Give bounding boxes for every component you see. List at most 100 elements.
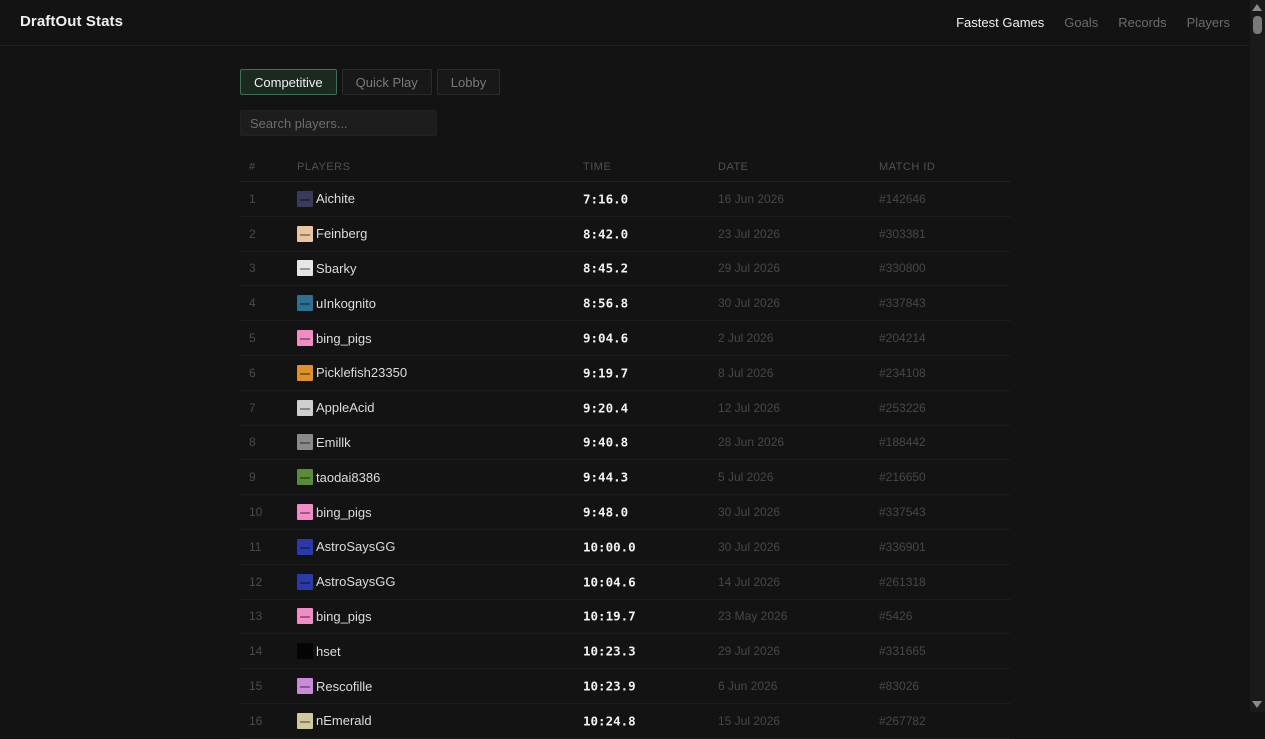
tab-lobby[interactable]: Lobby — [436, 69, 501, 95]
player-avatar-icon — [297, 504, 313, 521]
player-name[interactable]: taodai8386 — [316, 470, 380, 485]
player-cell[interactable]: Sbarky — [297, 260, 356, 277]
player-name[interactable]: Emillk — [316, 435, 351, 450]
table-row[interactable]: 16 nEmerald 10:24.8 15 Jul 2026 #267782 — [240, 704, 1010, 739]
player-name[interactable]: AstroSaysGG — [316, 539, 395, 554]
match-id-link[interactable]: #267782 — [879, 714, 926, 728]
match-id-link[interactable]: #204214 — [879, 331, 926, 345]
player-cell[interactable]: Aichite — [297, 190, 355, 207]
player-cell[interactable]: Rescofille — [297, 678, 372, 695]
header-time: TIME — [583, 161, 612, 173]
player-name[interactable]: uInkognito — [316, 296, 376, 311]
match-id-link[interactable]: #234108 — [879, 366, 926, 380]
top-navbar: DraftOut Stats Fastest Games Goals Recor… — [0, 0, 1250, 46]
match-id-link[interactable]: #188442 — [879, 435, 926, 449]
table-row[interactable]: 12 AstroSaysGG 10:04.6 14 Jul 2026 #261318 — [240, 565, 1010, 600]
player-cell[interactable]: Emillk — [297, 434, 351, 451]
time-cell: 8:45.2 — [583, 260, 629, 276]
nav-records[interactable]: Records — [1118, 15, 1166, 30]
date-cell: 29 Jul 2026 — [718, 644, 781, 659]
player-cell[interactable]: Picklefish23350 — [297, 364, 407, 381]
player-name[interactable]: Feinberg — [316, 226, 367, 241]
date-cell: 2 Jul 2026 — [718, 331, 774, 346]
player-avatar-icon — [297, 190, 313, 207]
vertical-scrollbar[interactable] — [1250, 0, 1265, 712]
rank-cell: 10 — [249, 505, 263, 520]
table-row[interactable]: 15 Rescofille 10:23.9 6 Jun 2026 #83026 — [240, 669, 1010, 704]
table-row[interactable]: 5 bing_pigs 9:04.6 2 Jul 2026 #204214 — [240, 321, 1010, 356]
player-cell[interactable]: bing_pigs — [297, 330, 372, 347]
player-name[interactable]: Aichite — [316, 191, 355, 206]
scrollbar-thumb[interactable] — [1253, 16, 1262, 34]
player-cell[interactable]: Feinberg — [297, 225, 367, 242]
player-avatar-icon — [297, 399, 313, 416]
table-row[interactable]: 14 hset 10:23.3 29 Jul 2026 #331665 — [240, 634, 1010, 670]
match-id-link[interactable]: #330800 — [879, 261, 926, 275]
table-row[interactable]: 10 bing_pigs 9:48.0 30 Jul 2026 #337543 — [240, 495, 1010, 530]
player-cell[interactable]: AstroSaysGG — [297, 573, 395, 590]
player-name[interactable]: bing_pigs — [316, 505, 372, 520]
player-cell[interactable]: nEmerald — [297, 712, 372, 729]
table-row[interactable]: 2 Feinberg 8:42.0 23 Jul 2026 #303381 — [240, 217, 1010, 252]
time-cell: 9:48.0 — [583, 504, 629, 520]
scroll-up-arrow-icon[interactable] — [1252, 4, 1262, 11]
player-avatar-icon — [297, 643, 313, 660]
player-cell[interactable]: uInkognito — [297, 295, 376, 312]
player-name[interactable]: bing_pigs — [316, 331, 372, 346]
date-cell: 23 May 2026 — [718, 609, 788, 624]
table-row[interactable]: 1 Aichite 7:16.0 16 Jun 2026 #142646 — [240, 182, 1010, 217]
player-avatar-icon — [297, 434, 313, 451]
player-name[interactable]: nEmerald — [316, 713, 372, 728]
match-id-link[interactable]: #216650 — [879, 470, 926, 484]
table-row[interactable]: 9 taodai8386 9:44.3 5 Jul 2026 #216650 — [240, 460, 1010, 496]
table-row[interactable]: 13 bing_pigs 10:19.7 23 May 2026 #5426 — [240, 600, 1010, 635]
rank-cell: 4 — [249, 296, 256, 311]
table-row[interactable]: 4 uInkognito 8:56.8 30 Jul 2026 #337843 — [240, 286, 1010, 322]
scroll-down-arrow-icon[interactable] — [1252, 701, 1262, 708]
nav-fastest-games[interactable]: Fastest Games — [956, 15, 1044, 30]
player-cell[interactable]: bing_pigs — [297, 608, 372, 625]
rank-cell: 13 — [249, 609, 263, 624]
match-id-link[interactable]: #336901 — [879, 540, 926, 554]
match-id-link[interactable]: #142646 — [879, 192, 926, 206]
match-id-link[interactable]: #83026 — [879, 679, 919, 693]
nav-players[interactable]: Players — [1187, 15, 1230, 30]
player-name[interactable]: AstroSaysGG — [316, 574, 395, 589]
date-cell: 14 Jul 2026 — [718, 574, 781, 589]
player-name[interactable]: Rescofille — [316, 679, 372, 694]
player-cell[interactable]: bing_pigs — [297, 504, 372, 521]
table-row[interactable]: 8 Emillk 9:40.8 28 Jun 2026 #188442 — [240, 426, 1010, 461]
rank-cell: 16 — [249, 713, 263, 728]
table-row[interactable]: 11 AstroSaysGG 10:00.0 30 Jul 2026 #336901 — [240, 530, 1010, 565]
tab-quick-play[interactable]: Quick Play — [341, 69, 432, 95]
rank-cell: 12 — [249, 574, 263, 589]
time-cell: 7:16.0 — [583, 191, 629, 207]
player-name[interactable]: AppleAcid — [316, 400, 375, 415]
player-name[interactable]: hset — [316, 644, 341, 659]
time-cell: 10:23.9 — [583, 678, 636, 694]
match-id-link[interactable]: #253226 — [879, 401, 926, 415]
time-cell: 9:20.4 — [583, 400, 629, 416]
match-id-link[interactable]: #261318 — [879, 575, 926, 589]
player-cell[interactable]: taodai8386 — [297, 469, 380, 486]
match-id-link[interactable]: #5426 — [879, 609, 912, 623]
player-cell[interactable]: AstroSaysGG — [297, 538, 395, 555]
player-cell[interactable]: hset — [297, 643, 341, 660]
player-avatar-icon — [297, 225, 313, 242]
player-name[interactable]: bing_pigs — [316, 609, 372, 624]
table-row[interactable]: 7 AppleAcid 9:20.4 12 Jul 2026 #253226 — [240, 391, 1010, 426]
player-name[interactable]: Sbarky — [316, 261, 356, 276]
player-name[interactable]: Picklefish23350 — [316, 365, 407, 380]
match-id-link[interactable]: #337843 — [879, 296, 926, 310]
player-avatar-icon — [297, 330, 313, 347]
search-players-input[interactable] — [240, 110, 437, 136]
match-id-link[interactable]: #337543 — [879, 505, 926, 519]
match-id-link[interactable]: #303381 — [879, 227, 926, 241]
table-row[interactable]: 3 Sbarky 8:45.2 29 Jul 2026 #330800 — [240, 252, 1010, 287]
tab-competitive[interactable]: Competitive — [240, 69, 337, 95]
brand-logo-text[interactable]: DraftOut Stats — [20, 13, 123, 30]
table-row[interactable]: 6 Picklefish23350 9:19.7 8 Jul 2026 #234108 — [240, 356, 1010, 391]
player-cell[interactable]: AppleAcid — [297, 399, 375, 416]
match-id-link[interactable]: #331665 — [879, 644, 926, 658]
nav-goals[interactable]: Goals — [1064, 15, 1098, 30]
